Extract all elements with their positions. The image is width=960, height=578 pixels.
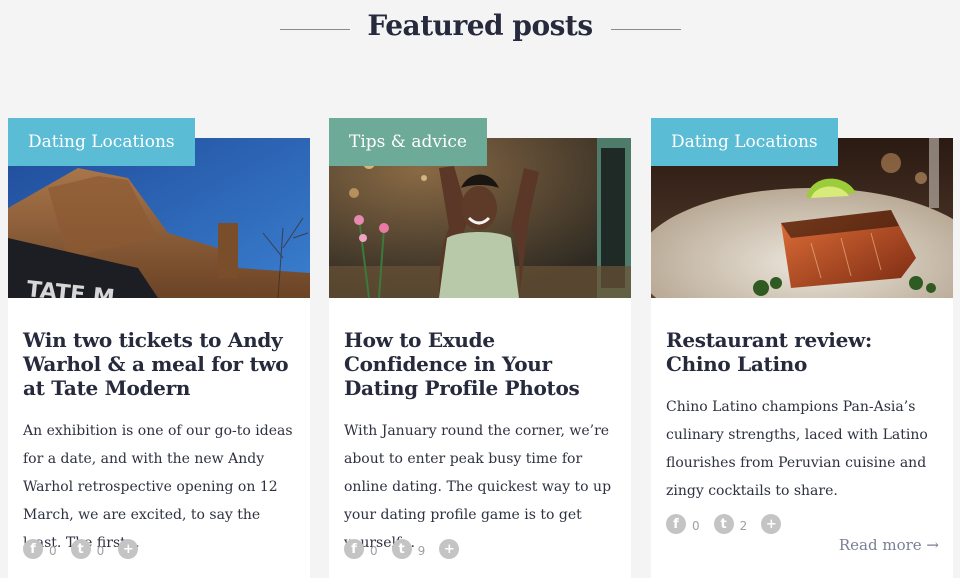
category-tag[interactable]: Dating Locations [651,118,838,166]
header-rule-right [611,29,681,30]
post-title[interactable]: Win two tickets to Andy Warhol & a meal … [23,328,300,400]
post-title[interactable]: How to Exude Confidence in Your Dating P… [344,328,621,400]
plus-icon[interactable]: + [761,514,782,534]
category-tag[interactable]: Tips & advice [329,118,487,166]
twitter-icon[interactable]: t [713,514,734,534]
post-excerpt: Chino Latino champions Pan-Asia’s culina… [666,399,928,499]
social-share-row: f 0 t 2 + [666,513,795,535]
facebook-share[interactable]: f 0 [344,539,378,559]
facebook-icon[interactable]: f [666,514,686,534]
more-share[interactable]: + [118,539,139,559]
facebook-share[interactable]: f 0 [666,514,700,534]
facebook-icon[interactable]: f [344,539,364,559]
more-share[interactable]: + [761,514,782,534]
plus-icon[interactable]: + [118,539,139,559]
twitter-share[interactable]: t 2 [713,514,748,534]
facebook-count: 0 [49,544,57,558]
post-card[interactable]: How to Exude Confidence in Your Dating P… [329,138,631,578]
twitter-share[interactable]: t 0 [70,539,105,559]
more-share[interactable]: + [439,539,460,559]
facebook-share[interactable]: f 0 [23,539,57,559]
twitter-icon[interactable]: t [70,539,91,559]
twitter-icon[interactable]: t [391,539,412,559]
facebook-count: 0 [370,544,378,558]
read-more-link[interactable]: Read more → [839,536,939,554]
social-share-row: f 0 t 0 + [23,538,152,560]
facebook-icon[interactable]: f [23,539,43,559]
plus-icon[interactable]: + [439,539,460,559]
post-card[interactable]: TATE M Win two tickets to Andy Warhol & … [8,138,310,578]
twitter-count: 2 [739,519,748,533]
facebook-count: 0 [692,519,700,533]
category-tag[interactable]: Dating Locations [8,118,195,166]
social-share-row: f 0 t 9 + [344,538,473,560]
section-header: Featured posts [0,0,960,60]
section-title: Featured posts [367,9,593,42]
twitter-count: 0 [96,544,105,558]
twitter-share[interactable]: t 9 [391,539,426,559]
post-card[interactable]: Restaurant review: Chino Latino Chino La… [651,138,953,578]
post-excerpt: With January round the corner, we’re abo… [344,423,612,551]
post-excerpt: An exhibition is one of our go-to ideas … [23,423,293,551]
post-title[interactable]: Restaurant review: Chino Latino [666,328,943,376]
twitter-count: 9 [417,544,426,558]
